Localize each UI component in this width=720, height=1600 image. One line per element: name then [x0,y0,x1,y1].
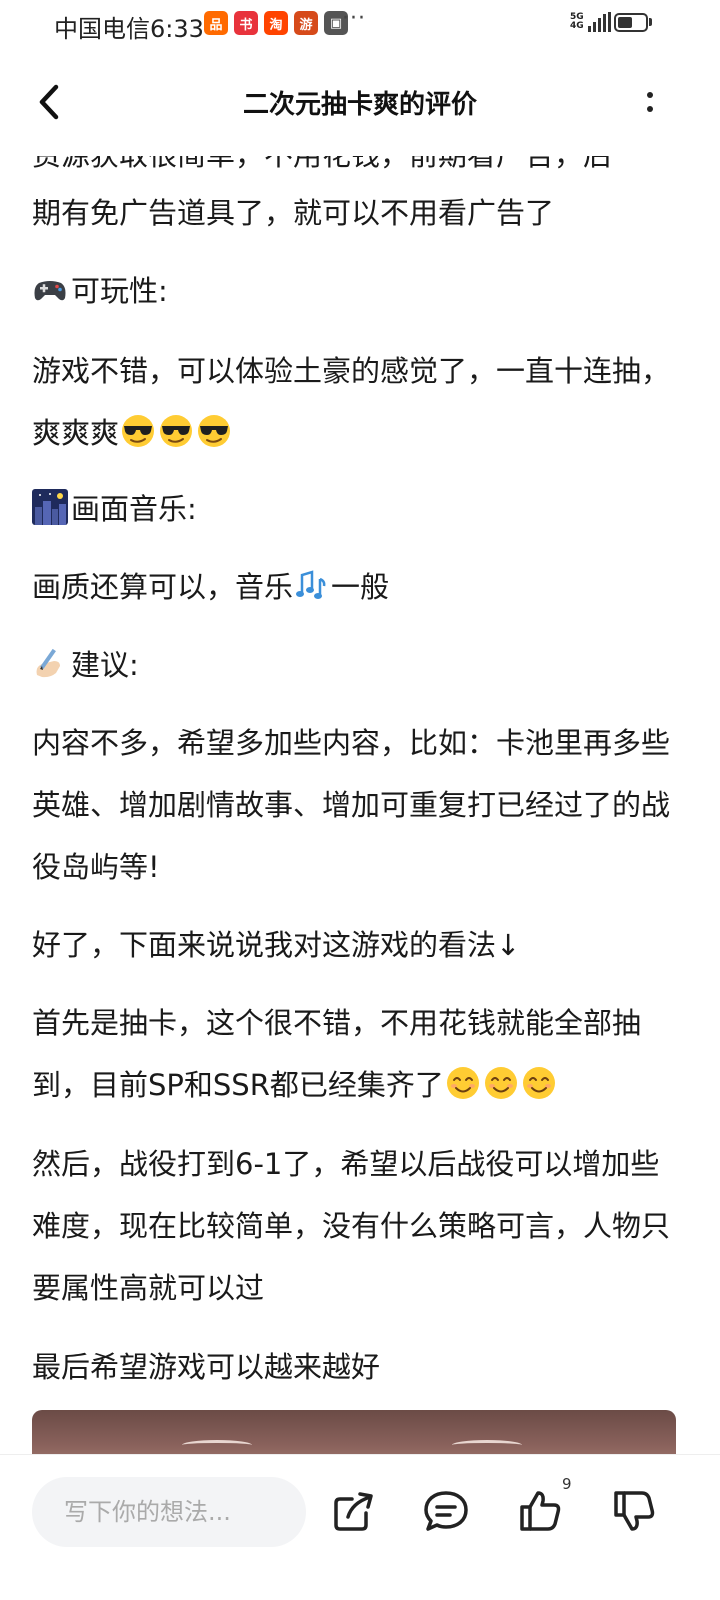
bottom-action-bar: 写下你的想法... 9 [0,1454,720,1600]
page-title: 二次元抽卡爽的评价 [242,90,477,120]
share-icon[interactable] [330,1487,378,1535]
comment-icon[interactable] [422,1487,470,1535]
review-paragraph: 内容不多，希望多加些内容，比如：卡池里再多些英雄、增加剧情故事、增加可重复打已经… [32,726,671,884]
more-options-button[interactable] [630,80,670,124]
music-notes-icon [296,570,326,599]
smiling-face-icon [446,1067,479,1099]
review-paragraph: 好了，下面来说说我对这游戏的看法↓ [32,928,521,962]
like-icon[interactable] [516,1487,564,1535]
review-paragraph: 最后希望游戏可以越来越好 [32,1350,381,1384]
paragraph-text: 画质还算可以，音乐 [32,570,294,604]
emoji-group [119,415,233,450]
section-heading-gameplay: 可玩性: [32,260,682,322]
smiling-face-icon [522,1067,555,1099]
sunglasses-emoji-icon [122,415,155,447]
like-count: 9 [562,1475,572,1493]
image-detail [182,1440,252,1450]
review-paragraph: 首先是抽卡，这个很不错，不用花钱就能全部抽到，目前SP和SSR都已经集齐了 [32,992,682,1116]
comment-input[interactable]: 写下你的想法... [32,1477,306,1547]
review-content: 资源获取很简单，不用花钱，前期看广告，后 期有免广告道具了，就可以不用看广告了 … [32,0,682,1450]
night-city-icon [32,489,68,525]
image-detail [452,1440,522,1450]
review-paragraph: 期有免广告道具了，就可以不用看广告了 [32,196,555,230]
sunglasses-emoji-icon [198,415,231,447]
paragraph-text-end: 一般 [331,570,390,604]
sunglasses-emoji-icon [160,415,193,447]
dislike-icon[interactable] [610,1487,658,1535]
smiling-face-icon [484,1067,517,1099]
writing-hand-icon [36,648,60,678]
emoji-group [444,1067,558,1102]
more-dot-icon [647,106,653,112]
section-heading-suggestions: 建议: [32,634,682,696]
review-paragraph: 然后，战役打到6-1了，希望以后战役可以增加些难度，现在比较简单，没有什么策略可… [32,1147,671,1305]
more-dot-icon [647,92,653,98]
review-paragraph: 游戏不错，可以体验土豪的感觉了，一直十连抽，爽爽爽 [32,340,682,464]
review-paragraph: 画质还算可以，音乐 一般 [32,556,682,618]
section-heading-label: 可玩性: [71,274,168,308]
top-nav: 二次元抽卡爽的评价 [0,50,720,156]
game-controller-icon [34,281,66,301]
section-heading-graphics-music: 画面音乐: [32,478,682,540]
section-heading-label: 建议: [71,648,139,682]
section-heading-label: 画面音乐: [71,492,197,526]
review-screen: 中国电信6:33 品书淘游 ▣ ··· 5G 4G 二次元抽卡爽的评价 期有免广… [0,0,720,1600]
